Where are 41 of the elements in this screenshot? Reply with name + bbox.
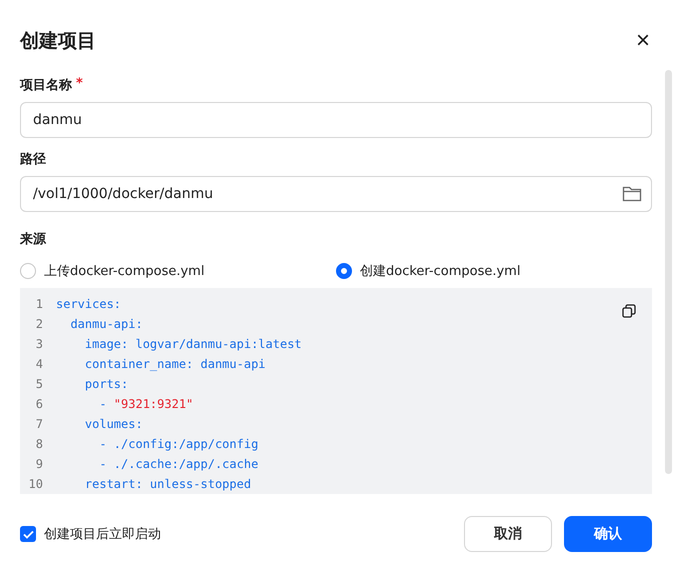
line-number: 8 (34, 437, 44, 451)
code-line: restart: unless-stopped (84, 477, 252, 491)
checkbox-label[interactable]: 创建项目后立即启动 (44, 525, 161, 543)
required-mark: * (76, 76, 83, 93)
code-line: ports: (84, 377, 128, 391)
line-number: 1 (34, 297, 44, 311)
code-line: danmu-api: (69, 317, 143, 331)
input-field[interactable]: /vol1/1000/docker/danmu (20, 176, 652, 212)
section-label: 来源 (20, 231, 46, 248)
code-line: volumes: (84, 417, 143, 431)
line-number: 5 (34, 377, 44, 391)
folder-icon[interactable] (622, 185, 642, 202)
radio-label[interactable]: 上传docker-compose.yml (44, 262, 204, 280)
line-number: 9 (34, 457, 44, 471)
input-field[interactable]: danmu (20, 102, 652, 138)
line-number: 2 (34, 317, 44, 331)
line-number: 4 (34, 357, 44, 371)
line-number: 7 (34, 417, 44, 431)
close-button[interactable]: × (632, 29, 654, 53)
line-number: 10 (28, 477, 44, 491)
code-line: image: logvar/danmu-api:latest (84, 337, 302, 351)
code-line: services: (56, 297, 122, 311)
scrollbar[interactable] (665, 70, 672, 474)
cancel-button[interactable]: 取消 (464, 516, 552, 552)
confirm-button[interactable]: 确认 (564, 516, 652, 552)
checkmark-icon (22, 530, 34, 538)
field-label: 路径 (20, 151, 46, 168)
field-label: 项目名称 (20, 77, 72, 94)
copy-icon[interactable] (622, 304, 636, 318)
radio-button[interactable] (20, 263, 36, 279)
radio-button[interactable] (336, 263, 352, 279)
dialog-title: 创建项目 (20, 29, 96, 54)
code-line: - ./.cache:/app/.cache (98, 457, 258, 471)
code-line: - ./config:/app/config (98, 437, 258, 451)
code-editor[interactable]: 1 services: 2 danmu-api: 3 image: logvar/danmu-api:latest 4 container_name: danmu-api 5 ports: 6 - "9321:9321" 7 volumes: 8 - ./config:/app/config 9 - ./.cache:/app/.cache 10 restart: unless-stopped (20, 288, 652, 494)
code-line: - "9321:9321" (98, 397, 194, 411)
line-number: 3 (34, 337, 44, 351)
checkbox[interactable] (20, 526, 36, 542)
line-number: 6 (34, 397, 44, 411)
code-line: container_name: danmu-api (84, 357, 266, 371)
radio-label[interactable]: 创建docker-compose.yml (360, 262, 520, 280)
